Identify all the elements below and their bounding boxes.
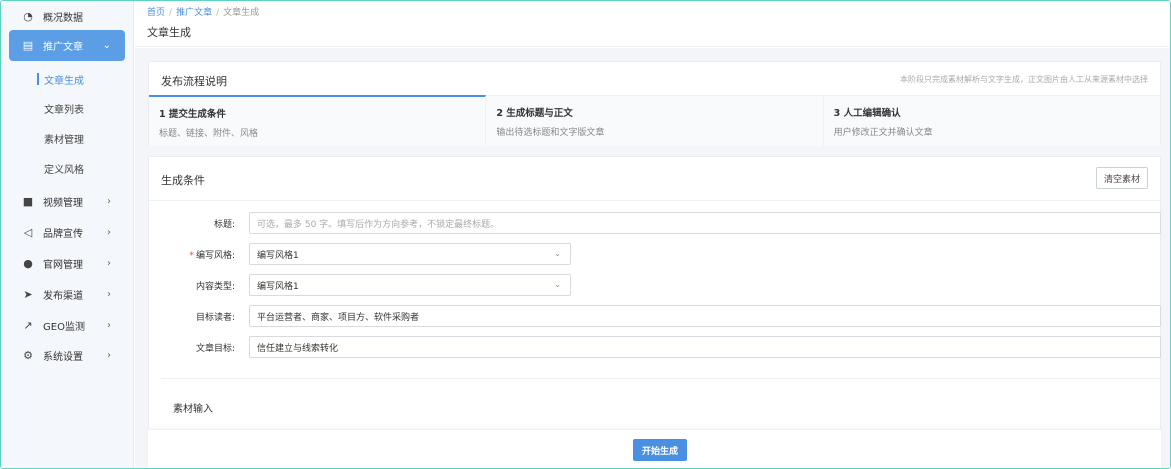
divider: [161, 378, 1160, 379]
chevron-down-icon: ⌄: [554, 249, 561, 258]
style-label: * 编写风格:: [189, 248, 235, 261]
sidebar-item-label: 系统设置: [43, 351, 83, 363]
audience-value: 平台运营者、商家、项目方、软件采购者: [257, 312, 420, 323]
process-card: 发布流程说明 本阶段只完成素材解析与文字生成，正文图片由人工从来源素材中选择 1…: [148, 61, 1161, 146]
sidebar-item-label: GEO监测: [43, 321, 85, 333]
goal-label: 文章目标:: [195, 344, 235, 354]
audience-label: 目标读者:: [195, 313, 235, 323]
material-input-label: 素材输入: [173, 404, 213, 415]
sidebar-item-video[interactable]: ■ 视频管理 ›: [9, 186, 125, 216]
step-title: 1 提交生成条件: [159, 109, 226, 120]
dashboard-icon: ◔: [23, 9, 33, 23]
sidebar-subitem-article-generate[interactable]: 文章生成: [1, 67, 134, 91]
title-row: 标题: 可选，最多 50 字。填写后作为方向参考，不锁定最终标题。: [149, 212, 1161, 234]
sidebar-subitem-styles[interactable]: 定义风格: [1, 156, 134, 180]
audience-row: 目标读者: 平台运营者、商家、项目方、软件采购者: [149, 305, 1161, 327]
sidebar-subitem-article-list[interactable]: 文章列表: [1, 96, 134, 120]
content-type-select[interactable]: 编写风格1 ⌄: [249, 274, 571, 296]
style-select-value: 编写风格1: [257, 250, 299, 261]
sidebar-item-brand[interactable]: ◁ 品牌宣传 ›: [9, 217, 125, 247]
process-steps: 1 提交生成条件 标题、链接、附件、风格 2 生成标题与正文 输出待选标题和文字…: [149, 95, 1160, 146]
breadcrumb-section[interactable]: 推广文章: [176, 8, 212, 18]
sidebar-subitem-label: 定义风格: [44, 164, 84, 176]
chevron-right-icon: ›: [107, 195, 111, 207]
process-title: 发布流程说明: [161, 75, 227, 88]
sidebar-subitem-label: 素材管理: [44, 134, 84, 146]
gears-icon: ⚙: [23, 348, 33, 362]
style-label-text: 编写风格:: [195, 251, 235, 261]
divider: [149, 200, 1160, 201]
goal-input[interactable]: 信任建立与线索转化: [249, 336, 1161, 358]
required-mark: *: [189, 251, 194, 261]
breadcrumb-current: 文章生成: [223, 8, 260, 18]
sidebar-item-geo[interactable]: ↗ GEO监测 ›: [9, 310, 125, 340]
sidebar-item-label: 概况数据: [43, 12, 83, 24]
sidebar-item-website[interactable]: ● 官网管理 ›: [9, 248, 125, 278]
sidebar-item-settings[interactable]: ⚙ 系统设置 ›: [9, 340, 125, 370]
sidebar-subitem-label: 文章生成: [44, 75, 84, 87]
conditions-title: 生成条件: [161, 174, 205, 187]
chevron-right-icon: ›: [107, 226, 111, 238]
sidebar-item-articles[interactable]: ▤ 推广文章 ⌄: [9, 30, 125, 61]
style-select[interactable]: 编写风格1 ⌄: [249, 243, 571, 265]
page-header: 首页 / 推广文章 / 文章生成 文章生成: [135, 1, 1170, 47]
sidebar-item-label: 推广文章: [43, 42, 83, 53]
content-type-row: 内容类型: 编写风格1 ⌄: [149, 274, 1160, 296]
send-icon: ➤: [23, 287, 33, 301]
goal-value: 信任建立与线索转化: [257, 343, 339, 354]
step-title: 3 人工编辑确认: [833, 108, 901, 119]
sidebar: ◔ 概况数据 ▤ 推广文章 ⌄ 文章生成 文章列表 素材管理 定义风格 ■ 视频…: [1, 1, 134, 468]
globe-icon: ●: [23, 256, 33, 270]
step-desc: 输出待选标题和文字版文章: [496, 128, 605, 138]
page-title: 文章生成: [147, 26, 191, 39]
sidebar-subitem-label: 文章列表: [44, 104, 84, 116]
conditions-card: 生成条件 清空素材 标题: 可选，最多 50 字。填写后作为方向参考，不锁定最终…: [148, 156, 1161, 456]
chevron-right-icon: ›: [107, 288, 111, 300]
step-title: 2 生成标题与正文: [496, 108, 573, 119]
step-submit: 1 提交生成条件 标题、链接、附件、风格: [149, 95, 487, 146]
start-generate-button[interactable]: 开始生成: [633, 439, 687, 461]
breadcrumb-home[interactable]: 首页: [147, 8, 165, 18]
goal-row: 文章目标: 信任建立与线索转化: [149, 336, 1161, 358]
chevron-down-icon: ⌄: [102, 40, 111, 51]
sidebar-item-label: 官网管理: [43, 259, 83, 271]
sidebar-item-overview[interactable]: ◔ 概况数据: [9, 1, 125, 31]
content-type-label: 内容类型:: [195, 282, 235, 292]
sidebar-item-channels[interactable]: ➤ 发布渠道 ›: [9, 279, 125, 309]
sidebar-item-label: 发布渠道: [43, 290, 83, 302]
chevron-right-icon: ›: [107, 257, 111, 269]
style-row: * 编写风格: 编写风格1 ⌄: [149, 243, 1160, 265]
step-desc: 用户修改正文并确认文章: [833, 128, 933, 138]
document-icon: ▤: [22, 39, 34, 52]
sidebar-item-label: 品牌宣传: [43, 228, 83, 240]
megaphone-icon: ◁: [23, 225, 33, 239]
title-label: 标题:: [213, 220, 235, 230]
chevron-right-icon: ›: [107, 319, 111, 331]
title-placeholder: 可选，最多 50 字。填写后作为方向参考，不锁定最终标题。: [257, 219, 500, 230]
step-generate: 2 生成标题与正文 输出待选标题和文字版文章: [486, 96, 824, 146]
sidebar-subitem-materials[interactable]: 素材管理: [1, 126, 134, 150]
content-type-value: 编写风格1: [257, 281, 299, 292]
line-chart-icon: ↗: [23, 318, 33, 332]
action-bar: 开始生成: [148, 429, 1161, 468]
audience-input[interactable]: 平台运营者、商家、项目方、软件采购者: [249, 305, 1161, 327]
app-window: ◔ 概况数据 ▤ 推广文章 ⌄ 文章生成 文章列表 素材管理 定义风格 ■ 视频…: [0, 0, 1171, 469]
title-input[interactable]: 可选，最多 50 字。填写后作为方向参考，不锁定最终标题。: [249, 212, 1161, 234]
breadcrumb: 首页 / 推广文章 / 文章生成: [147, 8, 260, 18]
step-confirm: 3 人工编辑确认 用户修改正文并确认文章: [823, 96, 1160, 146]
step-desc: 标题、链接、附件、风格: [159, 129, 259, 139]
video-icon: ■: [22, 194, 34, 208]
clear-materials-button[interactable]: 清空素材: [1096, 167, 1148, 189]
sidebar-item-label: 视频管理: [43, 197, 83, 209]
chevron-down-icon: ⌄: [554, 280, 561, 289]
chevron-right-icon: ›: [107, 349, 111, 361]
process-note: 本阶段只完成素材解析与文字生成，正文图片由人工从来源素材中选择: [900, 75, 1148, 84]
